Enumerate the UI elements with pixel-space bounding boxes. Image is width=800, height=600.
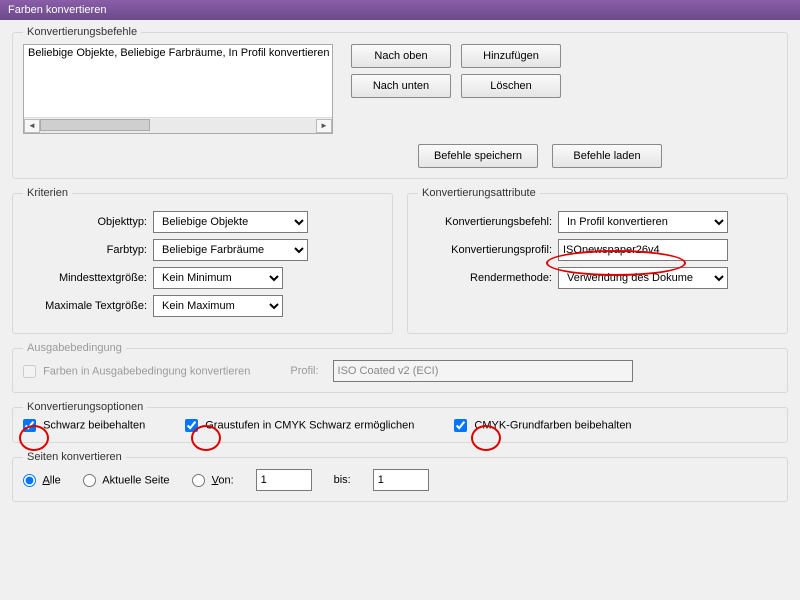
delete-button[interactable]: Löschen	[461, 74, 561, 98]
commands-legend: Konvertierungsbefehle	[23, 26, 141, 38]
pages-to-label: bis:	[334, 474, 351, 486]
load-commands-button[interactable]: Befehle laden	[552, 144, 662, 168]
object-type-select[interactable]: Beliebige Objekte	[153, 211, 308, 233]
pages-current-label[interactable]: Aktuelle Seite	[83, 474, 170, 487]
output-profile-input	[333, 360, 633, 382]
pages-current-radio[interactable]	[83, 474, 96, 487]
render-method-select[interactable]: Verwendung des Dokuments	[558, 267, 728, 289]
window-title: Farben konvertieren	[8, 4, 106, 16]
conversion-command-label: Konvertierungsbefehl:	[418, 216, 558, 228]
color-type-label: Farbtyp:	[23, 244, 153, 256]
preserve-black-label[interactable]: Schwarz beibehalten	[23, 419, 145, 432]
gray-to-cmyk-label[interactable]: Graustufen in CMYK Schwarz ermöglichen	[185, 419, 414, 432]
pages-group: Seiten konvertieren Alle Aktuelle Seite …	[12, 451, 788, 502]
pages-from-input[interactable]	[256, 469, 312, 491]
add-button[interactable]: Hinzufügen	[461, 44, 561, 68]
output-condition-group: Ausgabebedingung Farben in Ausgabebeding…	[12, 342, 788, 393]
output-condition-legend: Ausgabebedingung	[23, 342, 126, 354]
save-commands-button[interactable]: Befehle speichern	[418, 144, 538, 168]
preserve-cmyk-label[interactable]: CMYK-Grundfarben beibehalten	[454, 419, 631, 432]
criteria-group: Kriterien Objekttyp: Beliebige Objekte F…	[12, 187, 393, 334]
horizontal-scrollbar[interactable]: ◄ ►	[24, 117, 332, 133]
min-text-size-label: Mindesttextgröße:	[23, 272, 153, 284]
window-body: Konvertierungsbefehle Beliebige Objekte,…	[0, 20, 800, 522]
criteria-legend: Kriterien	[23, 187, 72, 199]
render-method-label: Rendermethode:	[418, 272, 558, 284]
pages-from-radio[interactable]	[192, 474, 205, 487]
gray-to-cmyk-checkbox[interactable]	[185, 419, 198, 432]
conversion-profile-input[interactable]	[558, 239, 728, 261]
preserve-black-checkbox[interactable]	[23, 419, 36, 432]
attributes-legend: Konvertierungsattribute	[418, 187, 540, 199]
pages-all-radio[interactable]	[23, 474, 36, 487]
conversion-options-group: Konvertierungsoptionen Schwarz beibehalt…	[12, 401, 788, 443]
output-profile-label: Profil:	[290, 365, 324, 377]
min-text-size-select[interactable]: Kein Minimum	[153, 267, 283, 289]
scroll-left-icon[interactable]: ◄	[24, 119, 40, 133]
convert-to-output-checkbox-label: Farben in Ausgabebedingung konvertieren	[23, 365, 250, 378]
scroll-thumb[interactable]	[40, 119, 150, 131]
conversion-command-select[interactable]: In Profil konvertieren	[558, 211, 728, 233]
commands-listbox[interactable]: Beliebige Objekte, Beliebige Farbräume, …	[23, 44, 333, 134]
commands-group: Konvertierungsbefehle Beliebige Objekte,…	[12, 26, 788, 179]
max-text-size-label: Maximale Textgröße:	[23, 300, 153, 312]
color-type-select[interactable]: Beliebige Farbräume	[153, 239, 308, 261]
move-up-button[interactable]: Nach oben	[351, 44, 451, 68]
max-text-size-select[interactable]: Kein Maximum	[153, 295, 283, 317]
object-type-label: Objekttyp:	[23, 216, 153, 228]
pages-from-label[interactable]: Von:	[192, 474, 234, 487]
window-titlebar: Farben konvertieren	[0, 0, 800, 20]
pages-legend: Seiten konvertieren	[23, 451, 126, 463]
move-down-button[interactable]: Nach unten	[351, 74, 451, 98]
scroll-right-icon[interactable]: ►	[316, 119, 332, 133]
attributes-group: Konvertierungsattribute Konvertierungsbe…	[407, 187, 788, 334]
conversion-options-legend: Konvertierungsoptionen	[23, 401, 147, 413]
scroll-track[interactable]	[40, 119, 316, 133]
conversion-profile-label: Konvertierungsprofil:	[418, 244, 558, 256]
commands-list-item[interactable]: Beliebige Objekte, Beliebige Farbräume, …	[24, 45, 332, 61]
convert-to-output-checkbox	[23, 365, 36, 378]
pages-to-input[interactable]	[373, 469, 429, 491]
pages-all-label[interactable]: Alle	[23, 474, 61, 487]
preserve-cmyk-checkbox[interactable]	[454, 419, 467, 432]
